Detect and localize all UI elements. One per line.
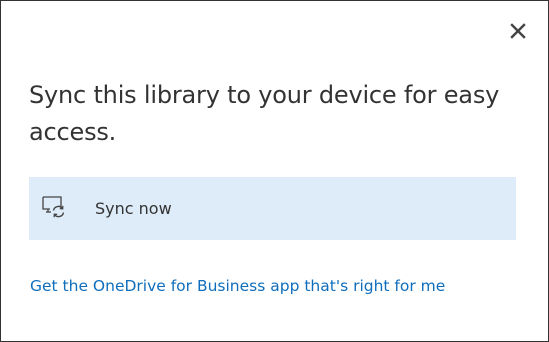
sync-dialog: Sync this library to your device for eas… <box>0 0 549 342</box>
sync-now-button[interactable]: Sync now <box>29 177 516 240</box>
close-button[interactable] <box>505 18 531 44</box>
close-icon <box>510 23 526 39</box>
dialog-title: Sync this library to your device for eas… <box>29 81 500 146</box>
sync-device-icon <box>42 196 65 218</box>
sync-now-label: Sync now <box>95 199 172 218</box>
onedrive-app-link[interactable]: Get the OneDrive for Business app that's… <box>30 275 445 297</box>
